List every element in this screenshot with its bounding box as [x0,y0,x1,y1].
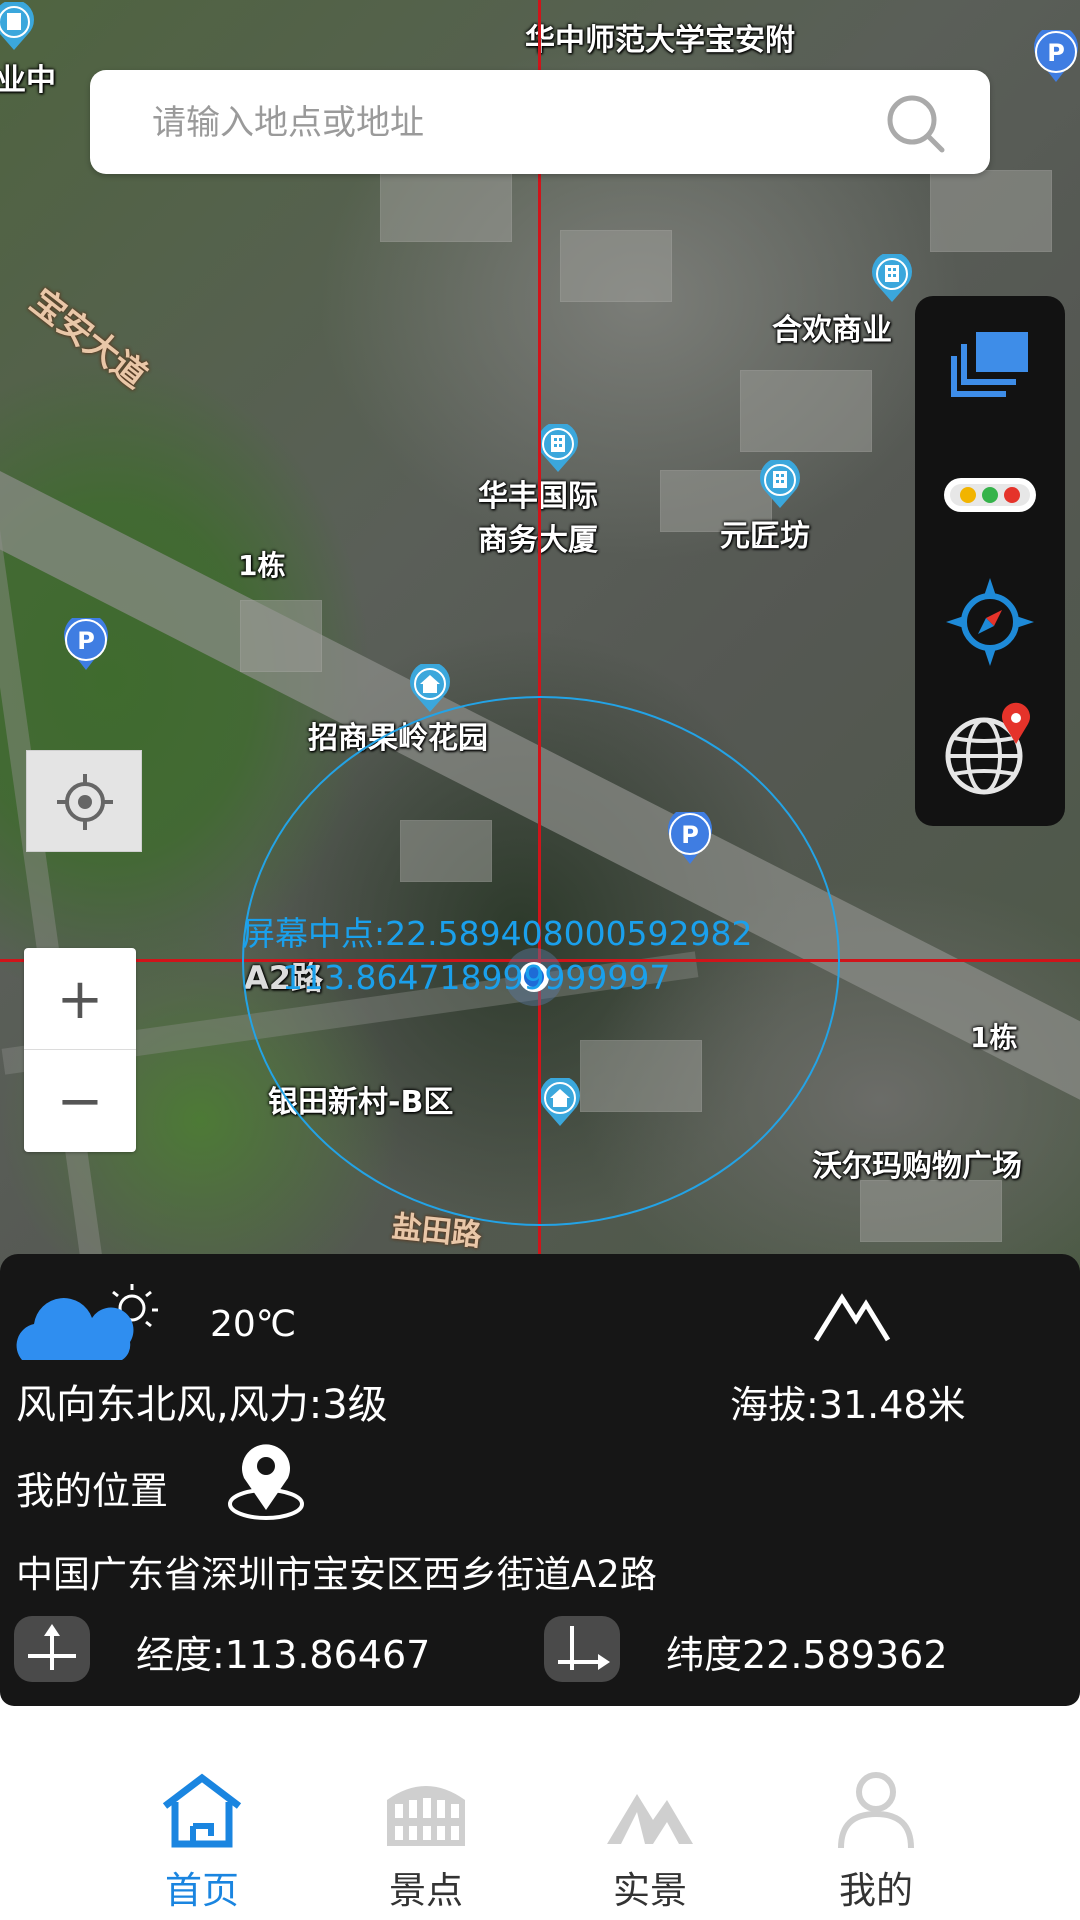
poi-label-building-1: 1栋 [238,549,286,582]
zoom-control: + − [24,948,136,1152]
building-block [740,370,872,452]
my-location-label: 我的位置 [16,1469,169,1513]
crosshair-target-icon [57,774,113,830]
building-block [930,170,1052,252]
zoom-in-button[interactable]: + [24,948,136,1050]
traffic-light-icon[interactable] [940,444,1040,544]
altitude-info: 海拔:31.48米 [730,1383,966,1427]
nav-label-attractions: 景点 [389,1869,463,1912]
user-icon [838,1772,914,1849]
poi-label-yuanjiangfang: 元匠坊 [720,519,810,554]
mountain-icon [607,1794,693,1844]
screen-center-coordinates: 屏幕中点:22.589408000592982 113.864718999999… [242,912,753,1000]
svg-text:P: P [1047,39,1065,67]
building-block [240,600,322,672]
parking-pin-icon[interactable]: P [62,618,110,672]
nav-item-profile[interactable]: 我的 [796,1770,956,1912]
poi-label-hehuan: 合欢商业 [772,313,892,348]
home-icon [162,1773,242,1848]
parking-pin-icon[interactable]: P [1032,30,1080,84]
nav-item-attractions[interactable]: 景点 [346,1770,506,1912]
poi-label-walmart: 沃尔玛购物广场 [812,1149,1022,1184]
layers-icon[interactable] [940,318,1040,418]
map-tools-sidebar [915,296,1065,826]
center-coords-line1: 屏幕中点:22.589408000592982 [242,914,753,953]
latitude-icon [544,1616,620,1682]
zoom-out-button[interactable]: − [24,1050,136,1152]
road-label-baoan: 宝安大道 [22,281,155,397]
location-pin-icon[interactable] [224,1438,308,1524]
nav-label-home: 首页 [165,1869,239,1912]
poi-label-huazhong: 华中师范大学宝安附 [525,23,795,58]
svg-text:P: P [77,627,95,655]
residence-pin-icon[interactable] [408,664,452,714]
altitude-mountain-icon [813,1293,891,1342]
building-pin-icon[interactable] [0,2,36,52]
landmark-icon [387,1786,465,1846]
wind-info: 风向东北风,风力:3级 [16,1382,388,1428]
bottom-navigation: 首页 景点 实景 我的 [0,1706,1080,1920]
address: 中国广东省深圳市宝安区西乡街道A2路 [16,1553,657,1596]
nav-item-home[interactable]: 首页 [122,1770,282,1912]
longitude-icon [14,1616,90,1682]
compass-icon[interactable] [940,572,1040,672]
search-icon[interactable] [880,88,950,158]
temperature: 20℃ [210,1304,297,1345]
building-block [560,230,672,302]
poi-label-ye-zhong: 业中 [0,63,56,98]
latitude-value: 纬度22.589362 [666,1633,948,1677]
partly-cloudy-icon [16,1284,158,1360]
search-input[interactable] [150,70,854,176]
center-coords-line2: 113.864718999999997 [282,958,671,997]
nav-label-profile: 我的 [839,1869,913,1912]
building-block [860,1180,1002,1242]
nav-item-realview[interactable]: 实景 [570,1770,730,1912]
longitude-value: 经度:113.86467 [136,1633,431,1677]
location-info-panel: 20℃ 风向东北风,风力:3级 海拔:31.48米 我的位置 中国广东省深圳市宝… [0,1254,1080,1706]
search-bar [90,70,990,176]
nav-label-realview: 实景 [613,1869,687,1912]
poi-label-building-1-east: 1栋 [970,1021,1018,1054]
globe-pin-icon[interactable] [940,698,1040,798]
building-pin-icon[interactable] [870,254,914,304]
building-pin-icon[interactable] [536,424,580,474]
building-pin-icon[interactable] [758,460,802,510]
locate-me-button[interactable] [26,750,142,852]
